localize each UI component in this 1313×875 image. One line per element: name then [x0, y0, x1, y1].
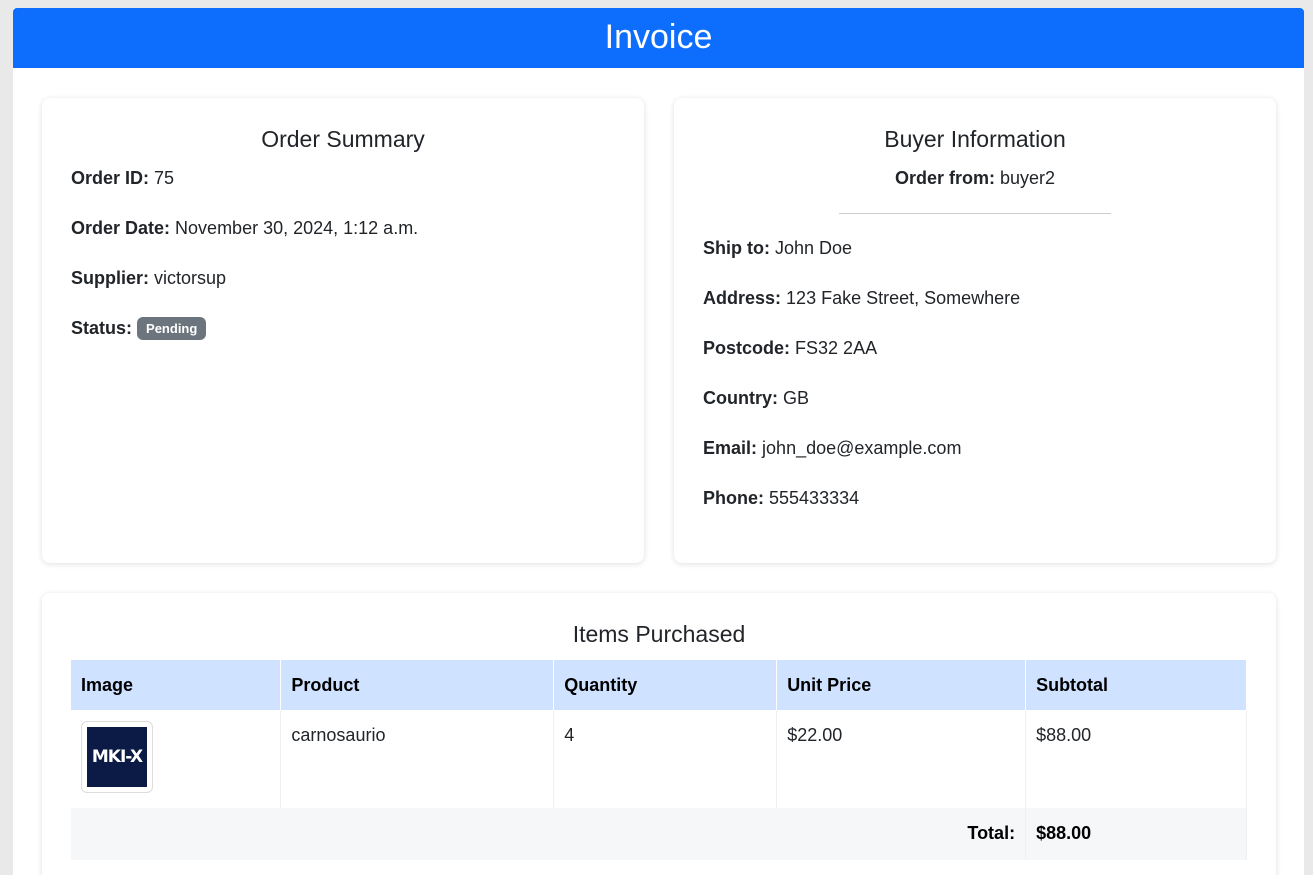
- phone-field: Phone: 555433334: [703, 487, 1247, 509]
- buyer-info-card: Buyer Information Order from: buyer2 Shi…: [674, 98, 1276, 563]
- status-label: Status:: [71, 318, 133, 338]
- country-value: GB: [783, 388, 810, 408]
- postcode-value: FS32 2AA: [795, 338, 878, 358]
- product-name-cell: carnosaurio: [280, 710, 555, 808]
- order-id-label: Order ID:: [71, 168, 150, 188]
- address-label: Address:: [703, 288, 782, 308]
- items-purchased-card: Items Purchased Image Product Quantity U…: [42, 593, 1276, 875]
- total-label: Total:: [71, 808, 1027, 860]
- quantity-cell: 4: [553, 710, 778, 808]
- phone-label: Phone:: [703, 488, 764, 508]
- product-image[interactable]: MKI-X: [81, 721, 153, 793]
- postcode-label: Postcode:: [703, 338, 791, 358]
- total-row: Total: $88.00: [71, 808, 1247, 860]
- country-field: Country: GB: [703, 387, 1247, 409]
- ship-to-value: John Doe: [775, 238, 853, 258]
- supplier-field: Supplier: victorsup: [71, 267, 615, 289]
- country-label: Country:: [703, 388, 778, 408]
- order-id-field: Order ID: 75: [71, 167, 615, 189]
- column-header-quantity: Quantity: [553, 660, 778, 710]
- order-date-value: November 30, 2024, 1:12 a.m.: [175, 218, 419, 238]
- order-date-label: Order Date:: [71, 218, 171, 238]
- column-header-product: Product: [280, 660, 555, 710]
- unit-price-cell: $22.00: [776, 710, 1027, 808]
- order-date-field: Order Date: November 30, 2024, 1:12 a.m.: [71, 217, 615, 239]
- column-header-unit-price: Unit Price: [776, 660, 1027, 710]
- ship-to-label: Ship to:: [703, 238, 770, 258]
- order-from-field: Order from: buyer2: [703, 167, 1247, 189]
- status-badge: Pending: [137, 317, 207, 340]
- invoice-page: Invoice Order Summary Order ID: 75 Order…: [13, 8, 1304, 875]
- items-table: Image Product Quantity Unit Price Subtot…: [71, 660, 1247, 860]
- order-from-label: Order from:: [894, 168, 995, 188]
- total-value: $88.00: [1025, 808, 1247, 860]
- column-header-image: Image: [71, 660, 282, 710]
- order-id-value: 75: [154, 168, 175, 188]
- page-title: Invoice: [604, 18, 713, 56]
- email-value: john_doe@example.com: [762, 438, 962, 458]
- address-field: Address: 123 Fake Street, Somewhere: [703, 287, 1247, 309]
- supplier-value: victorsup: [154, 268, 227, 288]
- order-summary-card: Order Summary Order ID: 75 Order Date: N…: [42, 98, 644, 563]
- invoice-header: Invoice: [13, 8, 1304, 68]
- order-summary-title: Order Summary: [261, 126, 425, 152]
- address-value: 123 Fake Street, Somewhere: [786, 288, 1021, 308]
- supplier-label: Supplier:: [71, 268, 150, 288]
- order-from-value: buyer2: [999, 168, 1056, 188]
- table-header-row: Image Product Quantity Unit Price Subtot…: [71, 660, 1247, 710]
- email-field: Email: john_doe@example.com: [703, 437, 1247, 459]
- product-logo: MKI-X: [87, 727, 147, 787]
- email-label: Email:: [703, 438, 758, 458]
- postcode-field: Postcode: FS32 2AA: [703, 337, 1247, 359]
- table-row: MKI-X carnosaurio 4 $22.00 $88.00: [71, 710, 1247, 808]
- phone-value: 555433334: [769, 488, 860, 508]
- ship-to-field: Ship to: John Doe: [703, 237, 1247, 259]
- status-field: Status: Pending: [71, 317, 615, 340]
- column-header-subtotal: Subtotal: [1025, 660, 1247, 710]
- subtotal-cell: $88.00: [1025, 710, 1247, 808]
- buyer-info-title: Buyer Information: [884, 126, 1066, 152]
- items-purchased-title: Items Purchased: [572, 621, 746, 647]
- divider: [839, 213, 1111, 214]
- product-image-cell: MKI-X: [71, 710, 282, 808]
